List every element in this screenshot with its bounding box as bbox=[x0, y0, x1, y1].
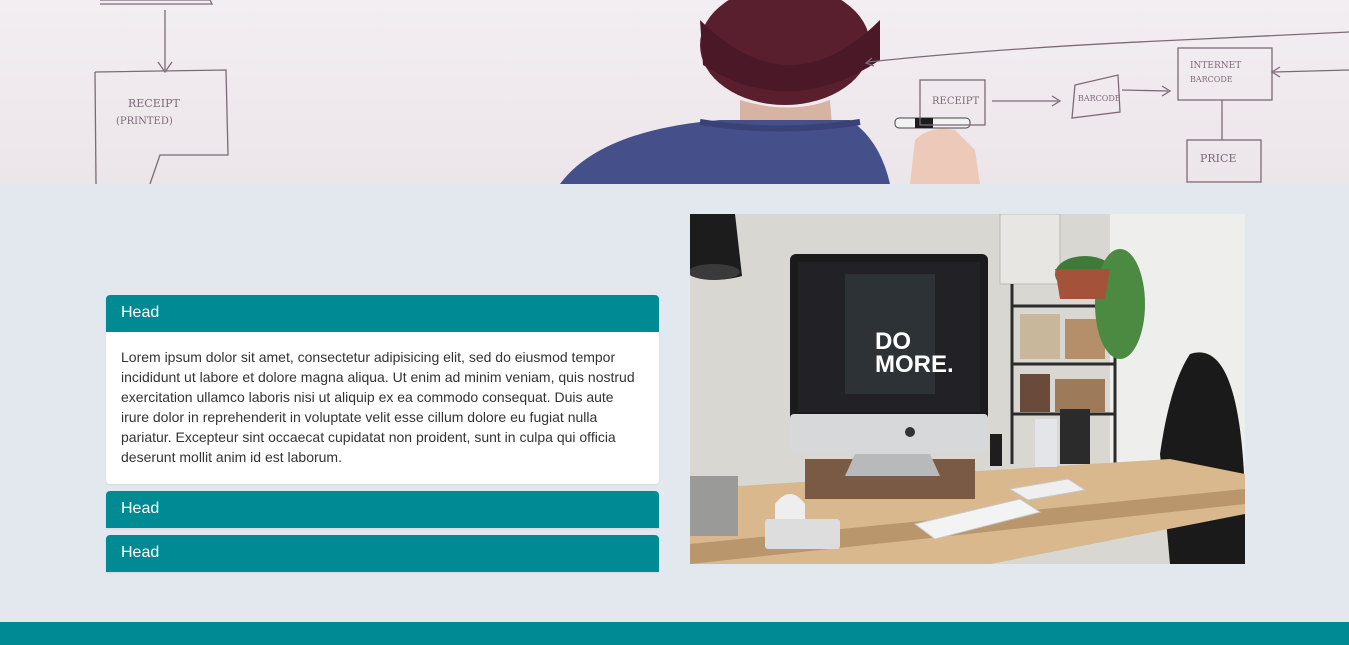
accordion-body-1: Lorem ipsum dolor sit amet, consectetur … bbox=[106, 332, 659, 484]
sketch-label-price: PRICE bbox=[1200, 152, 1236, 165]
accordion-panel-3: Head bbox=[106, 535, 659, 572]
sketch-label-receipt-1: RECEIPT bbox=[128, 97, 181, 110]
hero-banner: RECEIPT (PRINTED) RECEIPT BARCODE INTERN… bbox=[0, 0, 1349, 184]
footer-bar bbox=[0, 622, 1349, 645]
accordion-header-3[interactable]: Head bbox=[106, 535, 659, 572]
person-figure bbox=[560, 0, 980, 184]
accordion: Head Lorem ipsum dolor sit amet, consect… bbox=[106, 295, 659, 579]
desk-photo: DO MORE. bbox=[690, 214, 1245, 564]
accordion-panel-2: Head bbox=[106, 491, 659, 528]
sketch-label-barcode-1: BARCODE bbox=[1078, 94, 1121, 103]
hero-illustration: RECEIPT (PRINTED) RECEIPT BARCODE INTERN… bbox=[94, 0, 1349, 184]
sketch-label-barcode-2: BARCODE bbox=[1190, 75, 1233, 84]
accordion-header-2[interactable]: Head bbox=[106, 491, 659, 528]
sketch-label-internet: INTERNET bbox=[1190, 61, 1241, 71]
sketch-label-printed: (PRINTED) bbox=[116, 116, 173, 127]
screen-text-more: MORE. bbox=[875, 351, 954, 378]
accordion-panel-1: Head Lorem ipsum dolor sit amet, consect… bbox=[106, 295, 659, 484]
content-section: Head Lorem ipsum dolor sit amet, consect… bbox=[0, 184, 1349, 622]
desk-illustration: DO MORE. bbox=[690, 214, 1245, 564]
accordion-header-1[interactable]: Head bbox=[106, 295, 659, 332]
sketch-label-receipt-2: RECEIPT bbox=[932, 96, 979, 107]
